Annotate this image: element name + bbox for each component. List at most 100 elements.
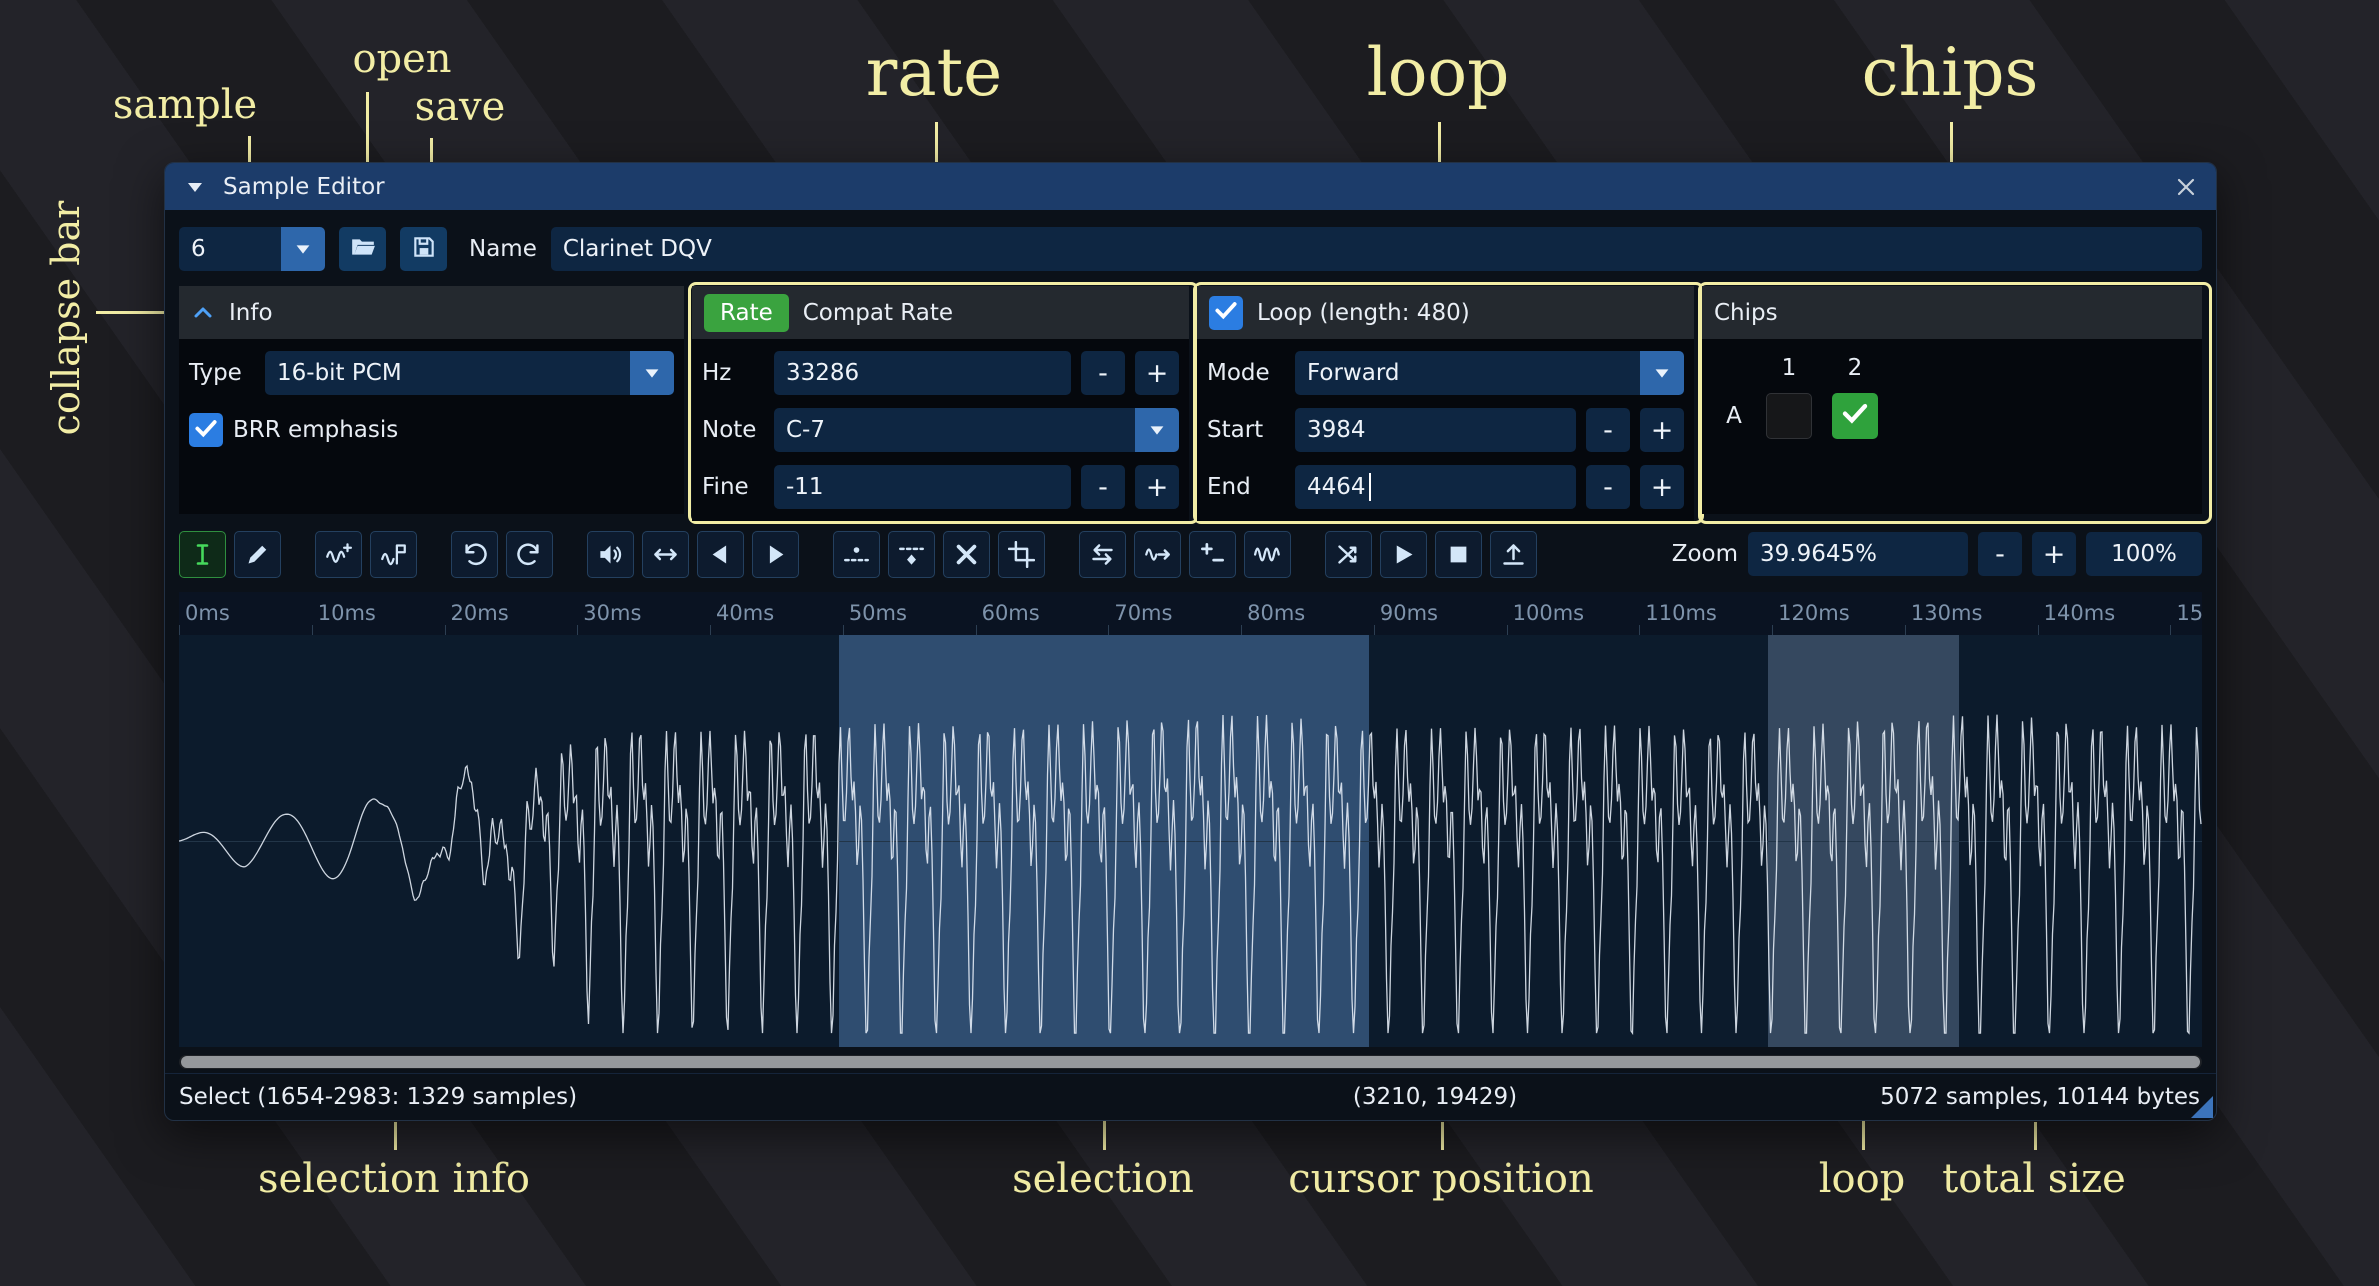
save-button[interactable] [400, 227, 447, 271]
wave-arrow-icon [1144, 541, 1171, 568]
rate-button[interactable]: Rate [704, 294, 789, 332]
upload-icon [1500, 541, 1527, 568]
zoom-reset-button[interactable]: 100% [2086, 532, 2202, 576]
redo-icon [516, 541, 543, 568]
fine-plus-button[interactable]: + [1135, 465, 1179, 509]
scrollbar-thumb[interactable] [181, 1056, 2200, 1068]
chips-grid: 1 2 A [1712, 347, 2192, 443]
fine-minus-button[interactable]: - [1081, 465, 1125, 509]
import-button[interactable] [1490, 531, 1537, 578]
chevron-down-icon[interactable] [630, 351, 674, 395]
zoom-input[interactable]: 39.9645% [1748, 532, 1968, 576]
ruler-label: 140ms [2044, 601, 2115, 625]
chevron-up-icon[interactable] [191, 301, 215, 325]
type-value[interactable]: 16-bit PCM [265, 351, 630, 395]
crossfade-button[interactable] [1325, 531, 1372, 578]
annotation-loop-bottom: loop [1819, 1156, 1906, 1202]
ruler-label: 130ms [1911, 601, 1982, 625]
loop-start-minus-button[interactable]: - [1586, 408, 1630, 452]
hz-plus-button[interactable]: + [1135, 351, 1179, 395]
fine-input[interactable]: -11 [774, 465, 1071, 509]
amplify-button[interactable] [1189, 531, 1236, 578]
silence-min-button[interactable] [833, 531, 880, 578]
loop-checkbox[interactable] [1209, 296, 1243, 330]
hz-minus-button[interactable]: - [1081, 351, 1125, 395]
waveform-scrollbar[interactable] [179, 1055, 2202, 1069]
chips-panel: Chips 1 2 A [1702, 286, 2202, 514]
close-icon[interactable] [2174, 175, 2198, 199]
silence-max-button[interactable] [888, 531, 935, 578]
chevron-down-icon[interactable] [1135, 408, 1179, 452]
expand-h-icon [652, 541, 679, 568]
note-value[interactable]: C-7 [774, 408, 1135, 452]
triangle-right-icon [762, 541, 789, 568]
screenshot-root: sample open save rate loop chips collaps… [0, 0, 2379, 1286]
loop-end-minus-button[interactable]: - [1586, 465, 1630, 509]
chip-a-2-checkbox[interactable] [1832, 393, 1878, 439]
sample-editor-window: Sample Editor 6 [164, 162, 2217, 1121]
window-resize-grip[interactable] [2191, 1096, 2213, 1118]
chips-header: Chips [1714, 300, 1778, 326]
note-label: Note [702, 417, 764, 443]
create-wavetable-button[interactable] [370, 531, 417, 578]
resample-button[interactable] [315, 531, 362, 578]
waveform-view[interactable] [179, 635, 2202, 1047]
loop-end-input[interactable]: 4464 [1295, 465, 1576, 509]
trim-button[interactable] [998, 531, 1045, 578]
hz-input[interactable]: 33286 [774, 351, 1071, 395]
filter-button[interactable] [1244, 531, 1291, 578]
floppy-disk-icon [411, 234, 437, 264]
play-sample-button[interactable] [1380, 531, 1427, 578]
ruler-tick [1374, 625, 1375, 635]
undo-button[interactable] [451, 531, 498, 578]
draw-button[interactable] [234, 531, 281, 578]
note-select[interactable]: C-7 [774, 408, 1179, 452]
chip-a-1-checkbox[interactable] [1766, 393, 1812, 439]
collapse-triangle-icon[interactable] [183, 175, 207, 199]
normalize-button[interactable] [1134, 531, 1181, 578]
chevron-down-icon[interactable] [1640, 351, 1684, 395]
ruler-tick [1772, 625, 1773, 635]
wave-filter-icon [1254, 541, 1281, 568]
info-panel: Info Type 16-bit PCM [179, 286, 684, 514]
redo-button[interactable] [506, 531, 553, 578]
brr-emphasis-checkbox[interactable] [189, 413, 223, 447]
edit-cursor-button[interactable] [179, 531, 226, 578]
loop-start-input[interactable]: 3984 [1295, 408, 1576, 452]
delete-button[interactable] [943, 531, 990, 578]
play-forward-button[interactable] [752, 531, 799, 578]
zoom-label: Zoom [1672, 541, 1738, 567]
ruler-tick [445, 625, 446, 635]
zoom-out-button[interactable]: - [1978, 532, 2022, 576]
folder-open-icon [350, 234, 376, 264]
stretch-button[interactable] [642, 531, 689, 578]
pencil-icon [244, 541, 271, 568]
rate-panel: Rate Compat Rate Hz 33286 - + Note C-7 [692, 286, 1189, 514]
annotation-save: save [415, 84, 506, 130]
open-button[interactable] [339, 227, 386, 271]
ruler-label: 30ms [583, 601, 641, 625]
time-ruler[interactable]: 0ms10ms20ms30ms40ms50ms60ms70ms80ms90ms1… [179, 592, 2202, 636]
annotation-chips: chips [1862, 34, 2039, 111]
chevron-down-icon[interactable] [281, 227, 325, 271]
window-title: Sample Editor [223, 174, 385, 200]
stop-sample-button[interactable] [1435, 531, 1482, 578]
zoom-in-button[interactable]: + [2032, 532, 2076, 576]
type-select[interactable]: 16-bit PCM [265, 351, 674, 395]
chip-row-label: A [1726, 403, 1742, 429]
reverse-button[interactable] [1079, 531, 1126, 578]
preview-button[interactable] [587, 531, 634, 578]
loop-start-plus-button[interactable]: + [1640, 408, 1684, 452]
mode-select[interactable]: Forward [1295, 351, 1684, 395]
play-backward-button[interactable] [697, 531, 744, 578]
loop-end-plus-button[interactable]: + [1640, 465, 1684, 509]
loop-end-label: End [1207, 474, 1285, 500]
sample-slot-select[interactable]: 6 [179, 227, 325, 271]
ruler-tick [1905, 625, 1906, 635]
sample-name-input[interactable]: Clarinet DQV [551, 227, 2202, 271]
ruler-tick [2038, 625, 2039, 635]
mode-value[interactable]: Forward [1295, 351, 1640, 395]
hz-label: Hz [702, 360, 764, 386]
mode-label: Mode [1207, 360, 1285, 386]
sample-slot-value[interactable]: 6 [179, 227, 281, 271]
